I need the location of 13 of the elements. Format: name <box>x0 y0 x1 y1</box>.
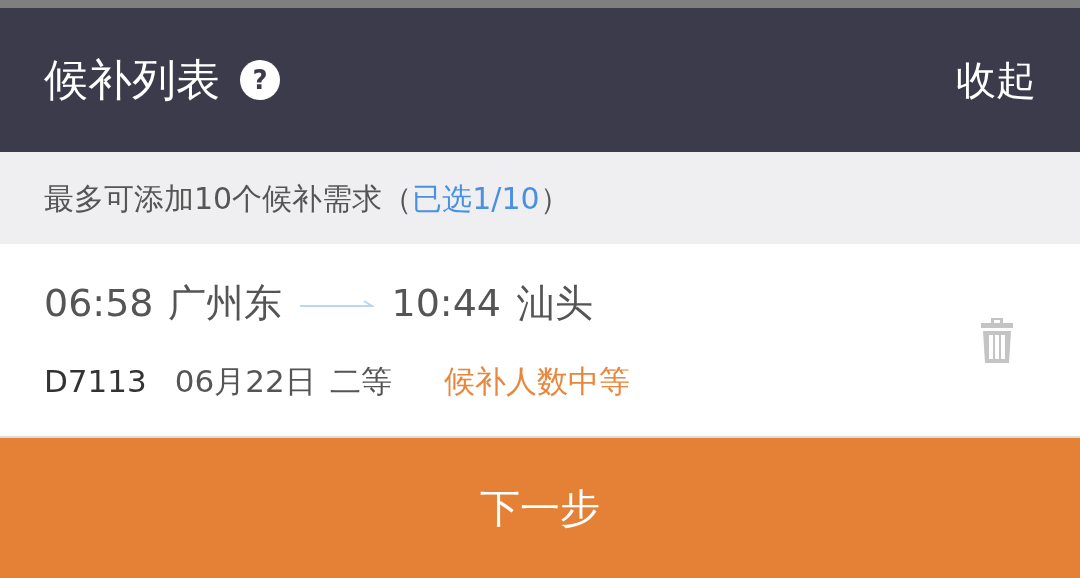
depart-time: 06:58 <box>44 280 154 328</box>
help-icon[interactable]: ? <box>240 60 280 100</box>
header-title: 候补列表 <box>44 53 220 107</box>
train-number: D7113 <box>44 362 147 402</box>
notice-text: 最多可添加10个候补需求（已选1/10） <box>44 179 570 218</box>
trash-icon[interactable] <box>980 316 1014 364</box>
waitlist-status: 候补人数中等 <box>443 362 630 402</box>
depart-station: 广州东 <box>167 280 282 328</box>
arrive-time: 10:44 <box>391 280 502 328</box>
collapse-button[interactable]: 收起 <box>956 50 1036 110</box>
travel-date: 06月22日 <box>174 362 316 402</box>
arrive-station: 汕头 <box>517 280 594 328</box>
seat-class: 二等 <box>329 362 392 402</box>
